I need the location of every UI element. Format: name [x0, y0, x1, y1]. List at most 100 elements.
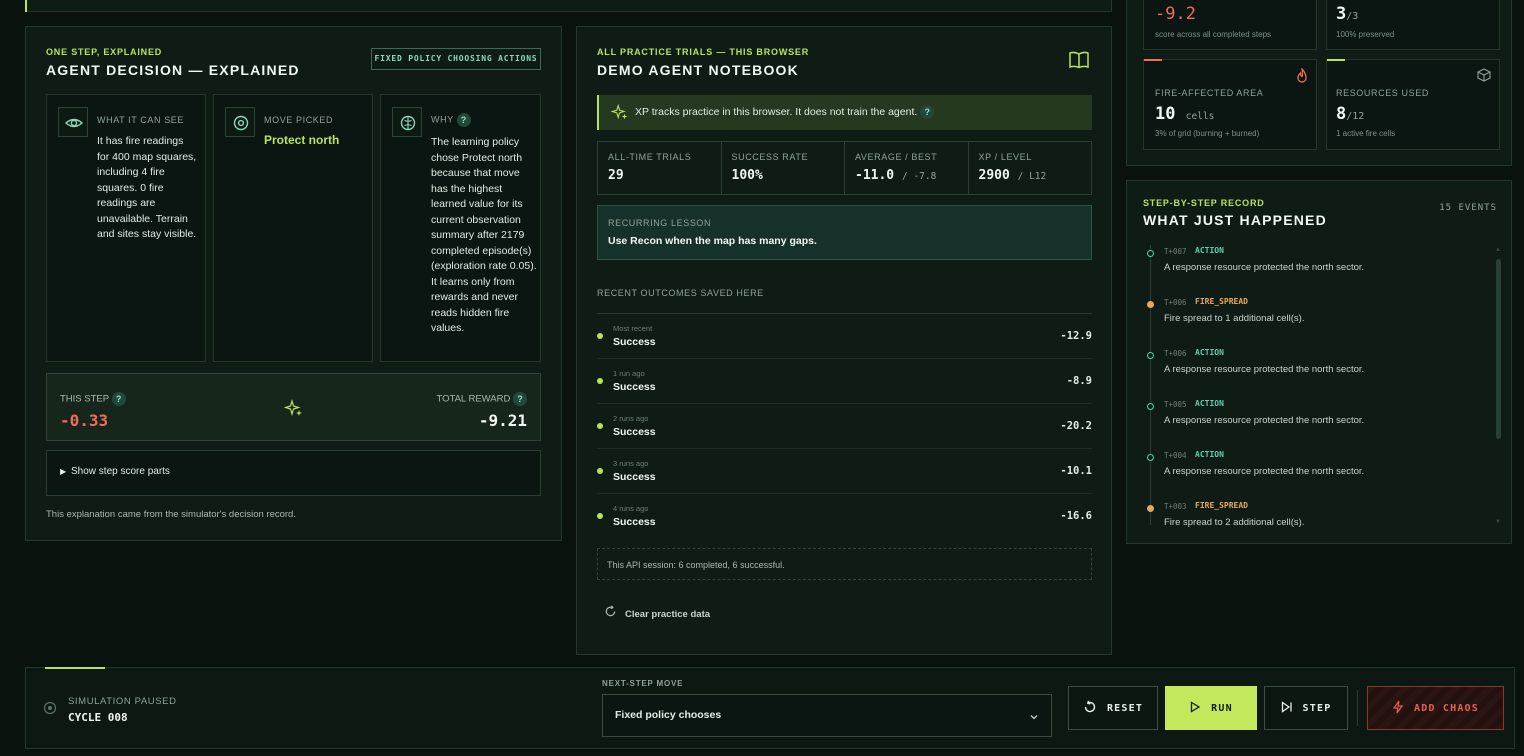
res-sub: 1 active fire cells [1336, 129, 1396, 138]
total-reward-value: -9.21 [478, 411, 527, 430]
fire-unit: cells [1185, 111, 1215, 122]
score-value: -9.2 [1155, 4, 1196, 24]
timeline-event: T+004 ACTION A response resource protect… [1127, 445, 1487, 496]
scroll-up-icon[interactable]: ▲ [1495, 247, 1501, 253]
lesson-text: Use Recon when the map has many gaps. [608, 235, 817, 247]
decision-footnote: This explanation came from the simulator… [46, 509, 296, 520]
outcome-score: -16.6 [1060, 510, 1092, 522]
stat-value-main: 29 [608, 168, 624, 183]
brain-icon [392, 107, 422, 137]
why-label-text: WHY [431, 114, 454, 125]
record-panel: STEP-BY-STEP RECORD WHAT JUST HAPPENED 1… [1126, 180, 1512, 544]
metrics-panel: -9.2 score across all completed steps 3/… [1126, 0, 1512, 166]
reset-button[interactable]: RESET [1068, 686, 1158, 730]
timeline-event: T+006 FIRE_SPREAD Fire spread to 1 addit… [1127, 292, 1487, 343]
add-chaos-button[interactable]: ADD CHAOS [1367, 686, 1504, 730]
res-label: RESOURCES USED [1336, 88, 1429, 98]
scroll-thumb[interactable] [1496, 259, 1501, 439]
move-value: Protect north [264, 133, 340, 147]
event-type: ACTION [1195, 348, 1224, 357]
notebook-title: DEMO AGENT NOTEBOOK [597, 62, 799, 78]
timeline-dot [1147, 403, 1154, 410]
stat-value: 2900 / L12 [979, 168, 1082, 183]
outcome-row: 1 run ago Success -8.9 [597, 359, 1092, 404]
xp-banner: XP tracks practice in this browser. It d… [597, 95, 1092, 130]
step-button[interactable]: STEP [1264, 686, 1348, 730]
timeline-dot [1147, 250, 1154, 257]
event-time: T+004 [1164, 451, 1187, 460]
see-text: It has fire readings for 400 map squares… [97, 135, 197, 240]
preserved-sub: 100% preserved [1336, 30, 1395, 39]
xp-help-icon[interactable]: ? [920, 105, 935, 119]
stat-label: SUCCESS RATE [731, 152, 809, 162]
move-label: MOVE PICKED [264, 115, 334, 125]
success-dot [597, 333, 603, 339]
event-type: ACTION [1195, 399, 1224, 408]
score-card: -9.2 score across all completed steps [1143, 0, 1317, 50]
run-button[interactable]: RUN [1165, 686, 1257, 730]
add-chaos-label: ADD CHAOS [1414, 702, 1479, 714]
refresh-icon [604, 605, 617, 623]
timeline-dot [1147, 454, 1154, 461]
sparkle-icon [283, 398, 304, 423]
event-time: T+005 [1164, 400, 1187, 409]
why-label: WHY ? [431, 113, 471, 127]
next-move-select[interactable]: Fixed policy chooses [602, 694, 1052, 737]
score-parts-label: Show step score parts [71, 466, 170, 477]
move-picked-card: MOVE PICKED Protect north [213, 94, 373, 362]
decision-title: AGENT DECISION — EXPLAINED [46, 62, 300, 78]
event-text: A response resource protected the north … [1164, 262, 1365, 273]
status-label: SIMULATION PAUSED [68, 696, 177, 707]
lesson-label: RECURRING LESSON [608, 218, 712, 228]
preserved-value-main: 3 [1336, 4, 1347, 24]
event-text: Fire spread to 1 additional cell(s). [1164, 313, 1305, 324]
why-text: The learning policy chose Protect north … [431, 136, 537, 334]
this-step-label: THIS STEP ? [60, 392, 126, 406]
decision-eyebrow: ONE STEP, EXPLAINED [46, 47, 163, 57]
book-icon [1069, 51, 1089, 74]
agent-decision-panel: ONE STEP, EXPLAINED AGENT DECISION — EXP… [25, 26, 562, 541]
outcomes-label: RECENT OUTCOMES SAVED HERE [597, 288, 764, 298]
step-forward-icon [1281, 700, 1293, 716]
res-value: 8/12 [1336, 104, 1364, 124]
top-strip [25, 0, 1112, 12]
timeline-event: T+003 FIRE_SPREAD Fire spread to 2 addit… [1127, 496, 1487, 542]
scrollbar[interactable]: ▲ ▼ [1495, 247, 1501, 527]
res-value-main: 8 [1336, 104, 1347, 124]
outcomes-list: Most recent Success -12.9 1 run ago Succ… [597, 313, 1092, 539]
total-reward-help-icon[interactable]: ? [513, 392, 527, 406]
preserved-of: /3 [1346, 11, 1359, 22]
outcome-result: Success [613, 471, 656, 483]
scroll-down-icon[interactable]: ▼ [1495, 519, 1501, 525]
outcome-score: -20.2 [1060, 420, 1092, 432]
success-dot [597, 378, 603, 384]
why-help-icon[interactable]: ? [456, 113, 471, 127]
lightning-icon [1392, 700, 1404, 717]
fire-sub: 3% of grid (burning + burned) [1155, 129, 1260, 138]
outcome-row: 3 runs ago Success -10.1 [597, 449, 1092, 494]
score-sub: score across all completed steps [1155, 30, 1272, 39]
see-label: WHAT IT CAN SEE [97, 115, 185, 125]
timeline-dot [1147, 352, 1154, 359]
event-time: T+006 [1164, 349, 1187, 358]
session-note: This API session: 6 completed, 6 success… [597, 548, 1092, 580]
lesson-box: RECURRING LESSON Use Recon when the map … [597, 205, 1092, 260]
event-count: 15 EVENTS [1439, 203, 1497, 213]
timeline-event: T+005 ACTION A response resource protect… [1127, 394, 1487, 445]
chevron-down-icon [1029, 709, 1039, 727]
outcome-result: Success [613, 381, 656, 393]
res-of: /12 [1346, 111, 1365, 122]
stat-value: 100% [732, 168, 835, 183]
clear-practice-button[interactable]: Clear practice data [604, 605, 710, 623]
outcome-row: 4 runs ago Success -16.6 [597, 494, 1092, 539]
stat-label: XP / LEVEL [978, 152, 1032, 162]
timeline-dot [1147, 301, 1154, 308]
clear-practice-label: Clear practice data [625, 608, 711, 620]
this-step-help-icon[interactable]: ? [111, 392, 126, 406]
why-card: WHY ? The learning policy chose Protect … [380, 94, 541, 362]
fire-label: FIRE-AFFECTED AREA [1155, 88, 1264, 98]
score-parts-toggle[interactable]: ▶ Show step score parts [46, 450, 541, 496]
outcome-row: 2 runs ago Success -20.2 [597, 404, 1092, 449]
outcome-when: Most recent [613, 324, 653, 333]
control-accent [45, 667, 105, 669]
